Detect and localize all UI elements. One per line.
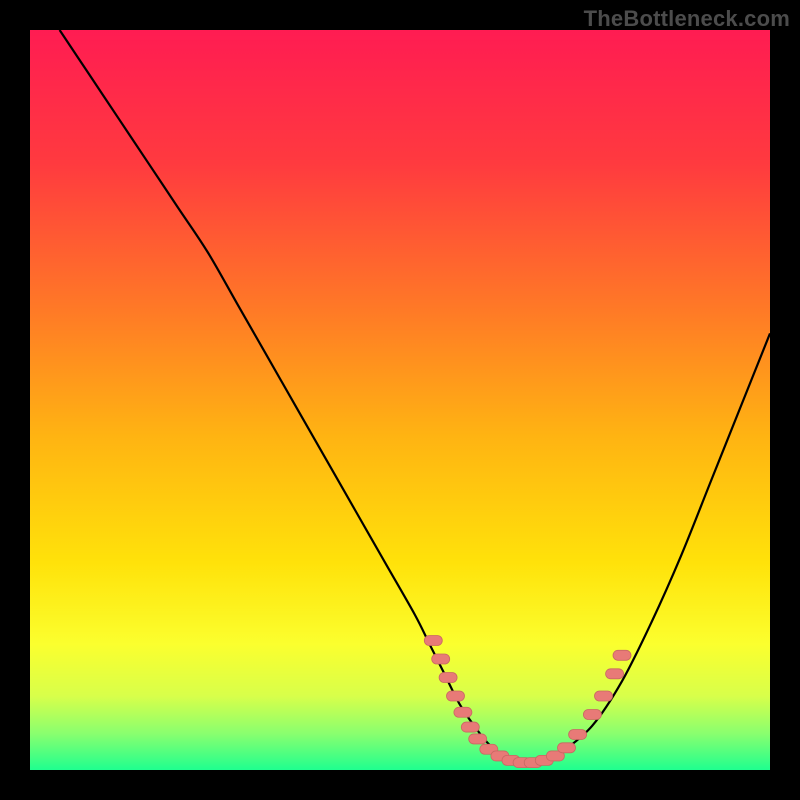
marker-dot bbox=[469, 734, 487, 744]
marker-dot bbox=[558, 743, 576, 753]
marker-dot bbox=[606, 669, 624, 679]
chart-frame: TheBottleneck.com bbox=[0, 0, 800, 800]
plot-area bbox=[30, 30, 770, 770]
marker-dot bbox=[461, 722, 479, 732]
marker-dot bbox=[583, 710, 601, 720]
marker-dot bbox=[424, 636, 442, 646]
chart-svg bbox=[30, 30, 770, 770]
marker-dot bbox=[595, 691, 613, 701]
marker-dot bbox=[569, 729, 587, 739]
marker-dot bbox=[447, 691, 465, 701]
marker-dot bbox=[432, 654, 450, 664]
marker-dot bbox=[454, 707, 472, 717]
gradient-rect bbox=[30, 30, 770, 770]
marker-dot bbox=[439, 673, 457, 683]
watermark-text: TheBottleneck.com bbox=[584, 6, 790, 32]
marker-dot bbox=[613, 650, 631, 660]
